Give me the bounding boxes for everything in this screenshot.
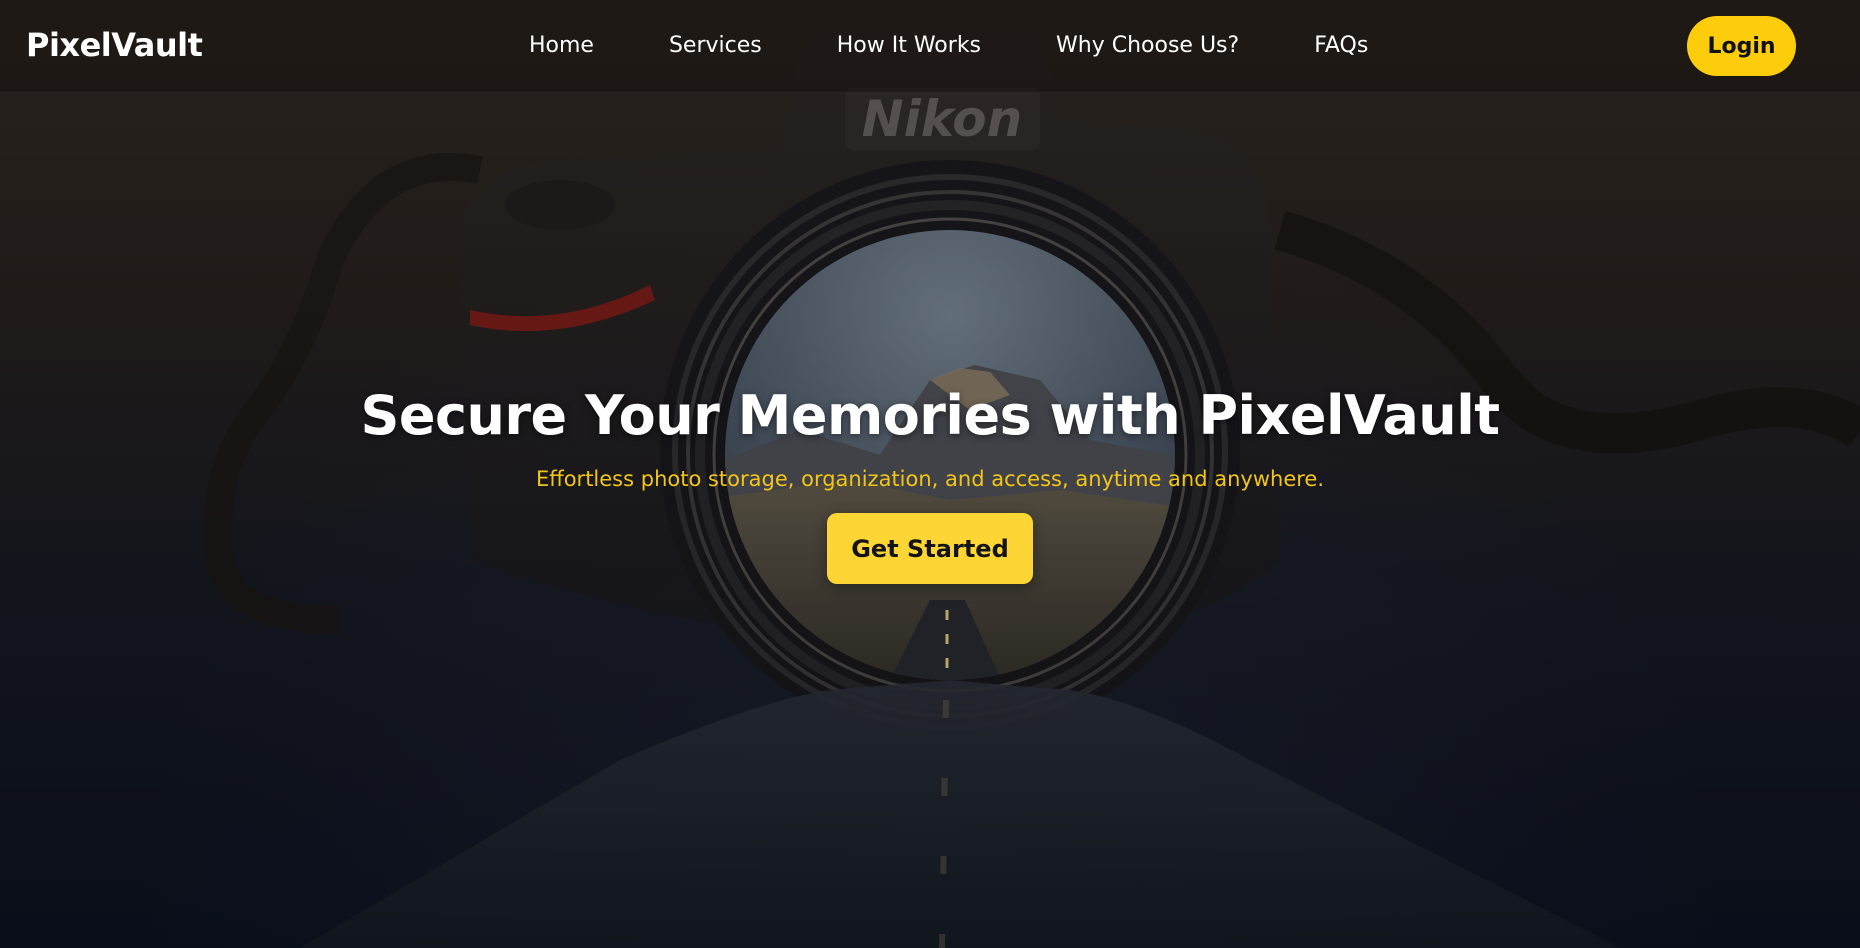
nav-link-home[interactable]: Home: [529, 33, 594, 63]
nav-link-how-it-works[interactable]: How It Works: [837, 33, 981, 63]
nav-link-faqs[interactable]: FAQs: [1314, 33, 1368, 63]
hero-section: Nikon PixelVault: [0, 0, 1860, 948]
login-button[interactable]: Login: [1687, 16, 1796, 76]
get-started-button[interactable]: Get Started: [827, 513, 1033, 584]
nav-link-why-choose-us[interactable]: Why Choose Us?: [1056, 33, 1239, 63]
hero-subtitle: Effortless photo storage, organization, …: [535, 467, 1325, 491]
nav-link-services[interactable]: Services: [669, 33, 762, 63]
hero-content: Secure Your Memories with PixelVault Eff…: [0, 384, 1860, 584]
hero-title: Secure Your Memories with PixelVault: [360, 384, 1500, 447]
main-nav: Home Services How It Works Why Choose Us…: [529, 33, 1368, 63]
brand-logo[interactable]: PixelVault: [26, 26, 203, 64]
top-navbar: PixelVault Home Services How It Works Wh…: [0, 0, 1860, 93]
